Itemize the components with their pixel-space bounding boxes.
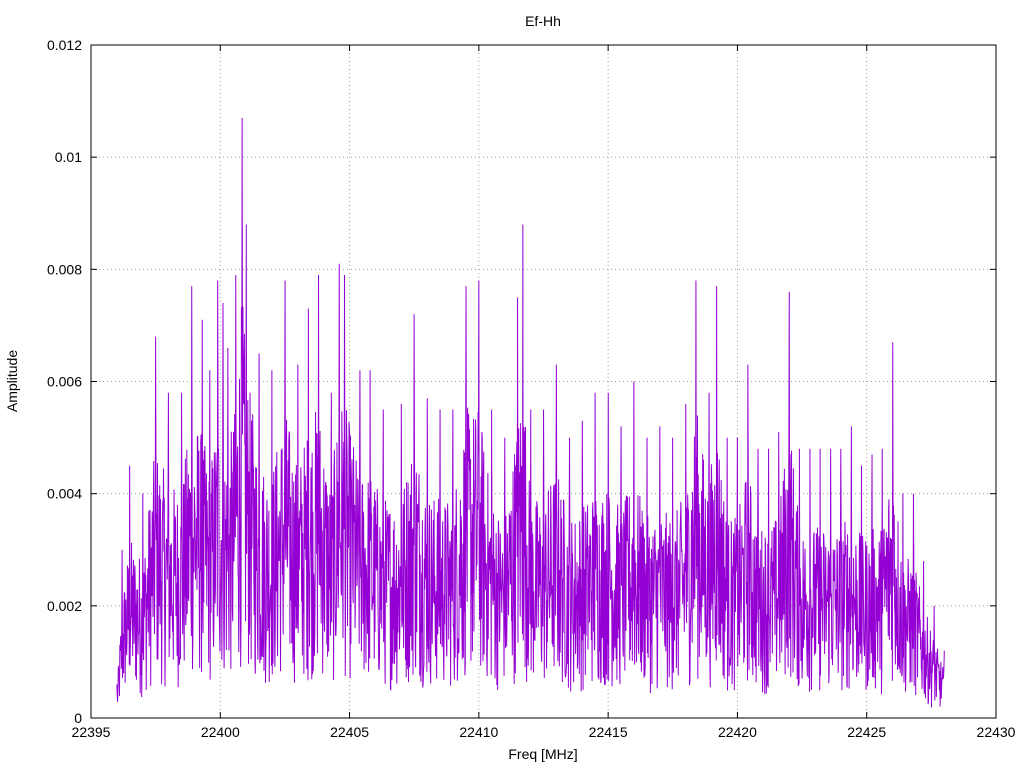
x-tick-label: 22425 xyxy=(847,724,886,740)
x-tick-label: 22395 xyxy=(72,724,111,740)
spectrum-chart: 22395 22400 22405 22410 22415 22420 22425 22430… xyxy=(4,13,1016,762)
x-tick-label: 22420 xyxy=(718,724,757,740)
x-tick-label: 22415 xyxy=(589,724,628,740)
x-tick-label: 22410 xyxy=(459,724,498,740)
y-tick-labels: 0 0.002 0.004 0.006 0.008 0.01 0.012 xyxy=(47,37,82,726)
y-tick-label: 0.006 xyxy=(47,374,82,390)
series-line xyxy=(116,117,945,708)
y-tick-label: 0.004 xyxy=(47,486,82,502)
y-tick-label: 0.002 xyxy=(47,598,82,614)
y-tick-label: 0 xyxy=(74,710,82,726)
y-axis-label: Amplitude xyxy=(4,350,20,412)
x-tick-label: 22430 xyxy=(977,724,1016,740)
y-tick-label: 0.008 xyxy=(47,261,82,277)
x-tick-label: 22400 xyxy=(201,724,240,740)
y-tick-label: 0.012 xyxy=(47,37,82,53)
series-ef-hh xyxy=(116,117,945,708)
x-tick-label: 22405 xyxy=(330,724,369,740)
x-tick-labels: 22395 22400 22405 22410 22415 22420 22425 22430 xyxy=(72,724,1016,740)
chart-title: Ef-Hh xyxy=(525,13,561,29)
y-tick-label: 0.01 xyxy=(55,149,82,165)
x-axis-label: Freq [MHz] xyxy=(508,746,577,762)
